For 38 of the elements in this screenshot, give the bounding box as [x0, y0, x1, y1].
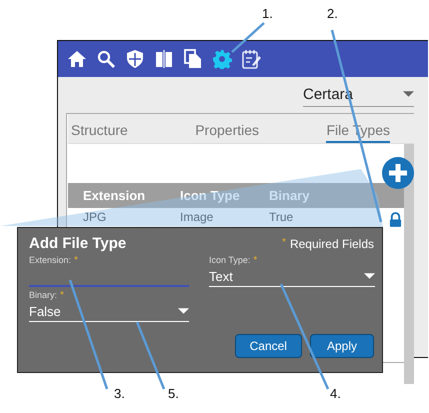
required-note: Required Fields	[290, 236, 374, 250]
tab[interactable]: Properties	[195, 122, 260, 143]
documents-icon[interactable]	[183, 49, 203, 69]
leader-line	[231, 22, 265, 53]
dialog-button[interactable]: Apply	[310, 334, 374, 358]
caret-icon	[178, 308, 189, 314]
home-icon[interactable]	[67, 49, 87, 69]
dropdown[interactable]: False	[29, 301, 189, 322]
compare-icon[interactable]	[154, 49, 174, 69]
table-cell: True	[269, 210, 294, 224]
caret-icon	[364, 273, 375, 279]
field-label: Binary:	[29, 290, 58, 301]
table-cell-text: Image	[180, 210, 214, 224]
callout-number: 5.	[168, 386, 179, 401]
tab[interactable]: Structure	[71, 122, 128, 143]
caret-icon	[403, 91, 414, 97]
field-label: Icon Type:	[209, 255, 250, 266]
callout-number: 4.	[330, 386, 341, 401]
dialog-button[interactable]: Cancel	[234, 334, 302, 358]
field-label: Extension:	[29, 255, 72, 266]
leader-line	[136, 322, 166, 390]
callout-number: 1.	[262, 6, 273, 21]
column-header: Icon Type	[180, 188, 241, 203]
dialog-title: Add File Type	[29, 235, 126, 252]
required-mark: *	[74, 255, 78, 266]
required-mark: *	[282, 236, 286, 250]
callout-number: 3.	[114, 386, 125, 401]
shield-icon[interactable]	[125, 49, 145, 69]
table-cell-text: JPG	[82, 210, 108, 224]
notepad-icon[interactable]	[241, 49, 261, 69]
required-mark: *	[253, 255, 258, 266]
required-mark: *	[60, 290, 64, 301]
dropdown[interactable]: Text	[209, 266, 375, 287]
column-header: Extension	[82, 188, 146, 203]
callout-number: 2.	[327, 6, 338, 21]
settings-icon[interactable]	[212, 49, 232, 69]
search-icon[interactable]	[96, 49, 116, 69]
scrollbar[interactable]	[404, 144, 414, 384]
